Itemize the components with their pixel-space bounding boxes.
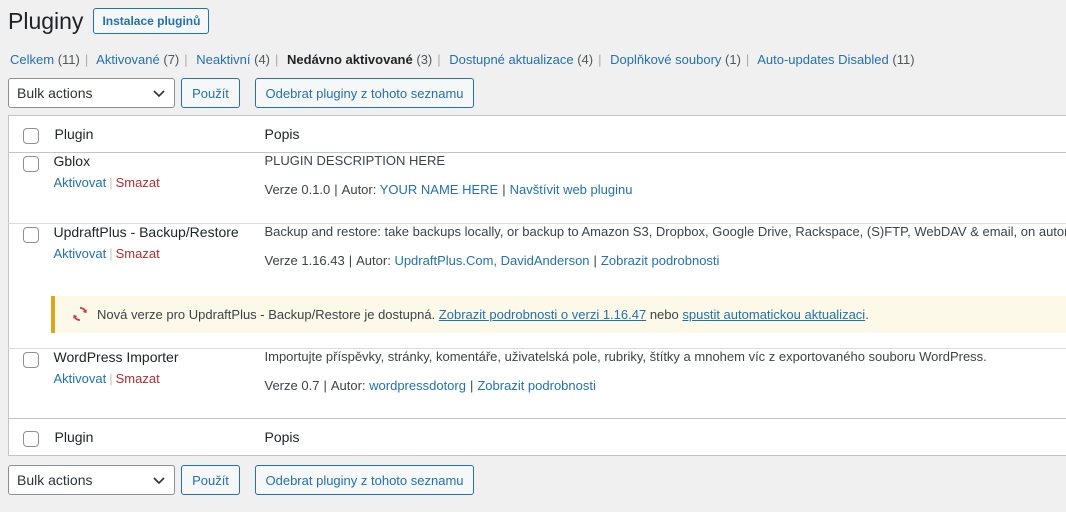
plugin-row: WordPress Importer Aktivovat | Smazat Impo… (9, 349, 1066, 419)
separator: | (502, 182, 506, 197)
plugin-version: Verze 0.7 (264, 378, 320, 393)
filter-active[interactable]: Aktivované (96, 52, 160, 67)
update-notice-end: . (865, 306, 869, 322)
filter-auto-updates-disabled[interactable]: Auto-updates Disabled (757, 52, 889, 67)
version-details-link[interactable]: Zobrazit podrobnosti o verzi 1.16.47 (439, 307, 646, 322)
plugin-name: UpdraftPlus - Backup/Restore (53, 224, 239, 240)
bulk-actions-value: Bulk actions (17, 85, 93, 101)
plugin-description: PLUGIN DESCRIPTION HERE (264, 153, 446, 168)
tablenav-top: Bulk actions Použít Odebrat pluginy z to… (8, 78, 474, 108)
plugin-update-row: Nová verze pro UpdraftPlus - Backup/Rest… (8, 290, 1066, 349)
bulk-actions-select-bottom[interactable]: Bulk actions (8, 465, 175, 495)
separator: | (184, 52, 188, 67)
delete-link[interactable]: Smazat (116, 371, 160, 386)
column-footer-description: Popis (264, 429, 300, 445)
plugin-checkbox[interactable] (23, 156, 39, 172)
update-icon (73, 306, 87, 322)
bulk-actions-select[interactable]: Bulk actions (8, 78, 175, 108)
separator: | (109, 246, 113, 261)
separator: | (745, 52, 750, 67)
chevron-down-icon (153, 90, 165, 98)
update-notice-or: nebo (649, 306, 679, 322)
update-notice-text: Nová verze pro UpdraftPlus - Backup/Rest… (97, 306, 436, 322)
chevron-down-icon (153, 477, 165, 485)
activate-link[interactable]: Aktivovat (54, 246, 107, 261)
view-details-link[interactable]: Zobrazit podrobnosti (601, 253, 720, 268)
separator: | (598, 52, 602, 67)
plugin-meta: Verze 0.7 | Autor: wordpressdotorg | Zobrazi… (265, 378, 1066, 393)
apply-button-bottom[interactable]: Použít (181, 465, 240, 495)
author-link[interactable]: wordpressdotorg (369, 378, 466, 393)
separator: | (348, 253, 353, 268)
plugin-meta: Verze 1.16.43 | Autor: UpdraftPlus.Com, Da… (265, 253, 1066, 268)
plugin-description: Backup and restore: take backups locally… (264, 224, 1066, 239)
plugins-table: Plugin Popis Gblox Aktivovat | Smazat PLUG… (8, 115, 1066, 456)
page-title: Pluginy (8, 7, 84, 34)
separator: | (84, 52, 89, 67)
plugin-status-filters: Celkem (11) | Aktivované (7) | Neaktivní (… (10, 52, 915, 67)
plugin-name: WordPress Importer (53, 349, 179, 365)
filter-upgrade-count: (4) (577, 52, 594, 67)
column-footer-plugin[interactable]: Plugin (55, 429, 94, 445)
column-header-description: Popis (264, 126, 300, 142)
filter-recently-active[interactable]: Nedávno aktivované (287, 52, 413, 67)
table-footer-row: Plugin Popis (8, 418, 1066, 456)
separator: | (334, 182, 338, 197)
filter-upgrade[interactable]: Dostupné aktualizace (449, 52, 573, 67)
author-link[interactable]: YOUR NAME HERE (380, 182, 498, 197)
filter-all[interactable]: Celkem (10, 52, 54, 67)
filter-dropins[interactable]: Doplňkové soubory (610, 52, 721, 67)
author-link[interactable]: UpdraftPlus.Com, DavidAnderson (394, 253, 589, 268)
plugin-meta: Verze 0.1.0 | Autor: YOUR NAME HERE | Navští… (265, 182, 1066, 197)
filter-auto-updates-disabled-count: (11) (892, 52, 915, 67)
filter-dropins-count: (1) (725, 52, 741, 67)
filter-active-count: (7) (163, 52, 180, 67)
view-details-link[interactable]: Zobrazit podrobnosti (477, 378, 596, 393)
plugin-version: Verze 0.1.0 (264, 182, 331, 197)
column-header-plugin[interactable]: Plugin (55, 126, 94, 142)
select-all-checkbox-footer[interactable] (23, 431, 39, 447)
filter-all-count: (11) (57, 52, 80, 67)
plugin-version: Verze 1.16.43 (264, 253, 345, 268)
author-label: Autor: (356, 253, 391, 268)
add-plugin-button[interactable]: Instalace pluginů (93, 8, 210, 34)
page-header: Pluginy Instalace pluginů (8, 4, 210, 38)
delete-link[interactable]: Smazat (116, 175, 160, 190)
remove-plugins-button-bottom[interactable]: Odebrat pluginy z tohoto seznamu (255, 465, 474, 495)
plugin-site-link[interactable]: Navštívit web pluginu (510, 182, 633, 197)
row-actions: Aktivovat | Smazat (54, 175, 265, 190)
separator: | (109, 371, 113, 386)
author-label: Autor: (330, 378, 366, 393)
plugin-row: UpdraftPlus - Backup/Restore Aktivovat | S… (9, 224, 1066, 290)
remove-plugins-button[interactable]: Odebrat pluginy z tohoto seznamu (255, 78, 474, 108)
table-header-row: Plugin Popis (8, 116, 1066, 153)
filter-inactive[interactable]: Neaktivní (196, 52, 250, 67)
update-now-link[interactable]: spustit automatickou aktualizaci (682, 307, 865, 322)
tablenav-bottom: Bulk actions Použít Odebrat pluginy z to… (8, 465, 474, 495)
activate-link[interactable]: Aktivovat (54, 175, 107, 190)
filter-inactive-count: (4) (254, 52, 270, 67)
update-notice: Nová verze pro UpdraftPlus - Backup/Rest… (51, 295, 1066, 333)
separator: | (593, 253, 597, 268)
activate-link[interactable]: Aktivovat (54, 371, 107, 386)
filter-recently-active-count: (3) (416, 52, 433, 67)
delete-link[interactable]: Smazat (116, 246, 160, 261)
author-label: Autor: (341, 182, 377, 197)
separator: | (275, 52, 279, 67)
row-actions: Aktivovat | Smazat (54, 246, 265, 261)
plugin-name: Gblox (53, 153, 91, 169)
separator: | (469, 378, 474, 393)
plugin-description: Importujte příspěvky, stránky, komentáře… (264, 349, 987, 364)
separator: | (323, 378, 327, 393)
row-actions: Aktivovat | Smazat (54, 371, 265, 386)
separator: | (437, 52, 441, 67)
bulk-actions-value: Bulk actions (17, 472, 93, 488)
select-all-checkbox[interactable] (23, 128, 39, 144)
apply-button[interactable]: Použít (181, 78, 240, 108)
plugin-checkbox[interactable] (23, 352, 39, 368)
plugin-checkbox[interactable] (23, 227, 39, 243)
separator: | (109, 175, 113, 190)
plugin-row: Gblox Aktivovat | Smazat PLUGIN DESCRIPTIO… (8, 153, 1066, 224)
